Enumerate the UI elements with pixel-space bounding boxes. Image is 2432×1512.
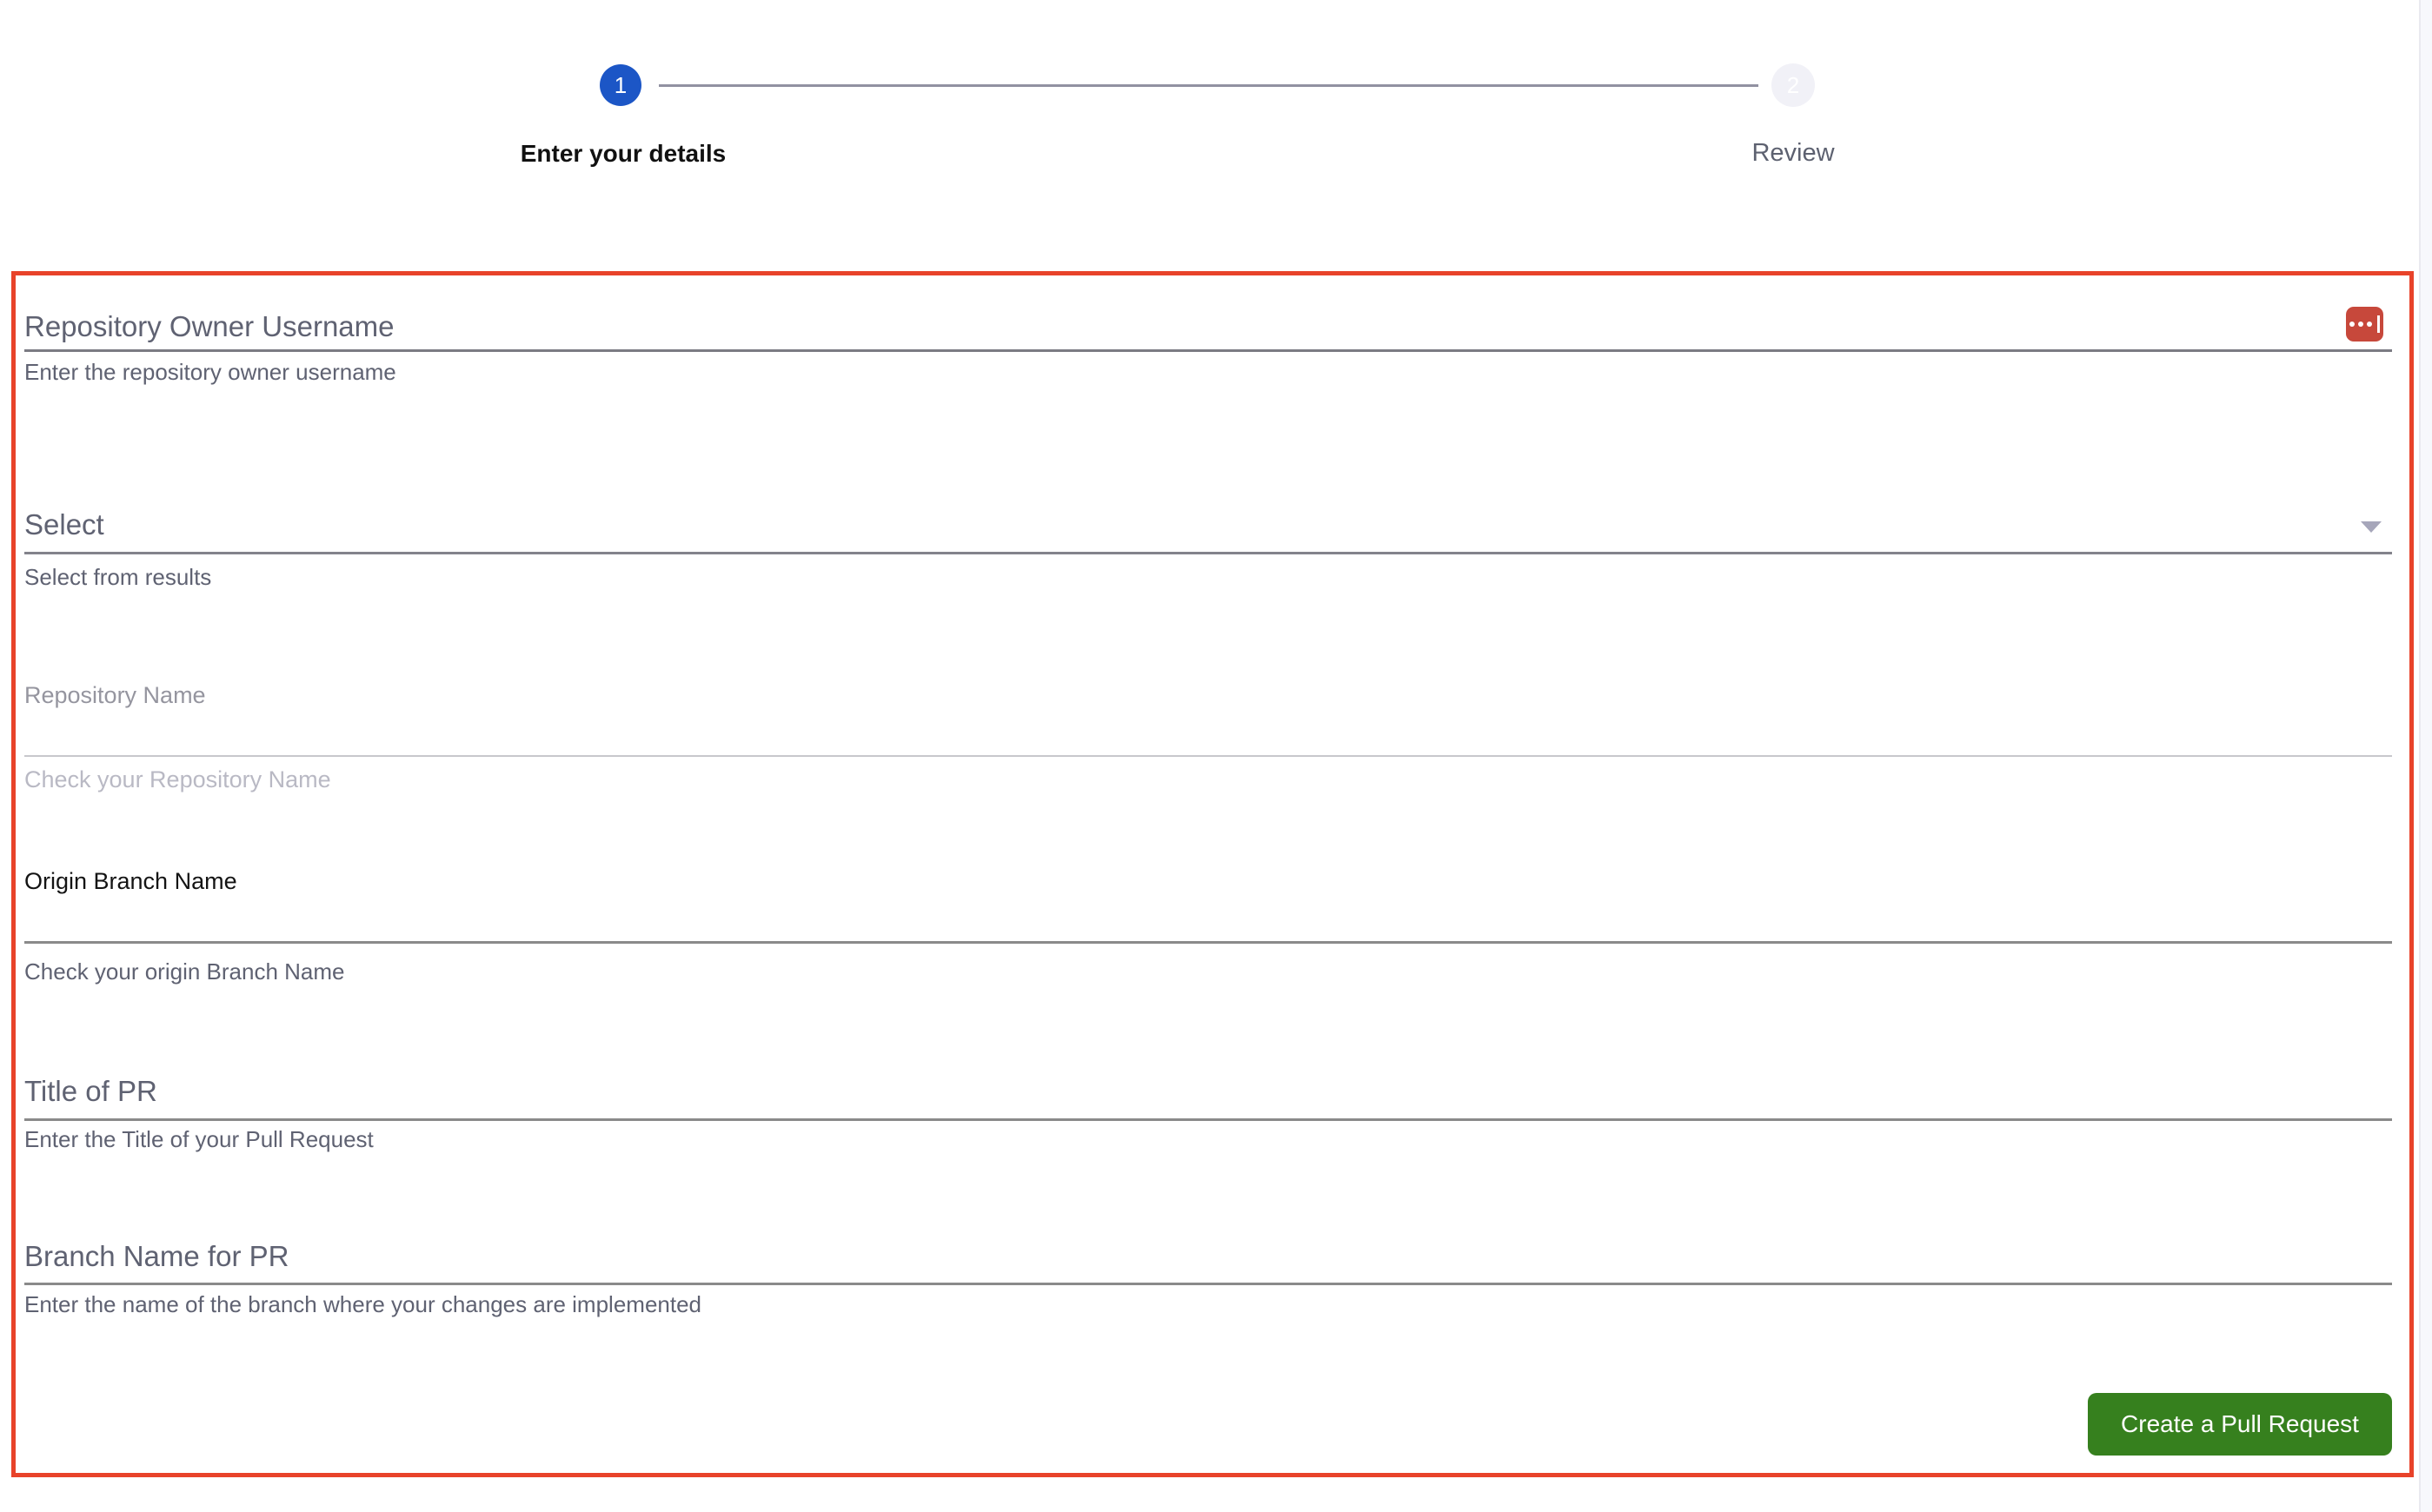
repository-owner-username-input[interactable]: Repository Owner Username bbox=[24, 309, 395, 344]
repository-name-placeholder: Check your Repository Name bbox=[24, 766, 331, 792]
lastpass-dot bbox=[2349, 322, 2355, 327]
create-pull-request-button[interactable]: Create a Pull Request bbox=[2088, 1393, 2392, 1456]
step-1-label: Enter your details bbox=[520, 140, 727, 167]
step-1-number: 1 bbox=[614, 71, 628, 98]
repository-owner-underline bbox=[24, 349, 2392, 352]
step-1-indicator: 1 bbox=[600, 64, 641, 106]
lastpass-autofill-icon[interactable] bbox=[2346, 307, 2383, 342]
stepper-connector-line bbox=[659, 84, 1758, 87]
pr-form-highlighted-region: Repository Owner Username Enter the repo… bbox=[11, 271, 2414, 1477]
lastpass-dot bbox=[2367, 322, 2372, 327]
pr-branch-underline bbox=[24, 1283, 2392, 1285]
select-dropdown[interactable]: Select bbox=[24, 507, 104, 542]
pr-title-underline bbox=[24, 1118, 2392, 1121]
lastpass-bar bbox=[2377, 315, 2380, 333]
step-2-indicator: 2 bbox=[1771, 63, 1815, 107]
pr-title-helper: Enter the Title of your Pull Request bbox=[24, 1126, 374, 1152]
repository-name-underline bbox=[24, 755, 2392, 757]
step-2-number: 2 bbox=[1786, 71, 1800, 98]
repository-name-input[interactable]: Repository Name bbox=[24, 678, 206, 713]
pr-branch-name-input[interactable]: Branch Name for PR bbox=[24, 1239, 289, 1274]
page: 1 2 Enter your details Review Repository… bbox=[0, 0, 2432, 1512]
repository-owner-helper: Enter the repository owner username bbox=[24, 359, 396, 385]
select-underline bbox=[24, 552, 2392, 554]
origin-branch-underline bbox=[24, 941, 2392, 944]
pr-branch-helper: Enter the name of the branch where your … bbox=[24, 1291, 702, 1317]
lastpass-dot bbox=[2358, 322, 2363, 327]
pr-title-input[interactable]: Title of PR bbox=[24, 1074, 157, 1109]
chevron-down-icon[interactable] bbox=[2361, 521, 2382, 533]
scrollbar-gutter[interactable] bbox=[2419, 0, 2432, 1512]
step-2-label: Review bbox=[1751, 139, 1835, 167]
select-helper: Select from results bbox=[24, 564, 212, 590]
origin-branch-helper: Check your origin Branch Name bbox=[24, 958, 345, 985]
origin-branch-name-input[interactable]: Origin Branch Name bbox=[24, 864, 237, 899]
